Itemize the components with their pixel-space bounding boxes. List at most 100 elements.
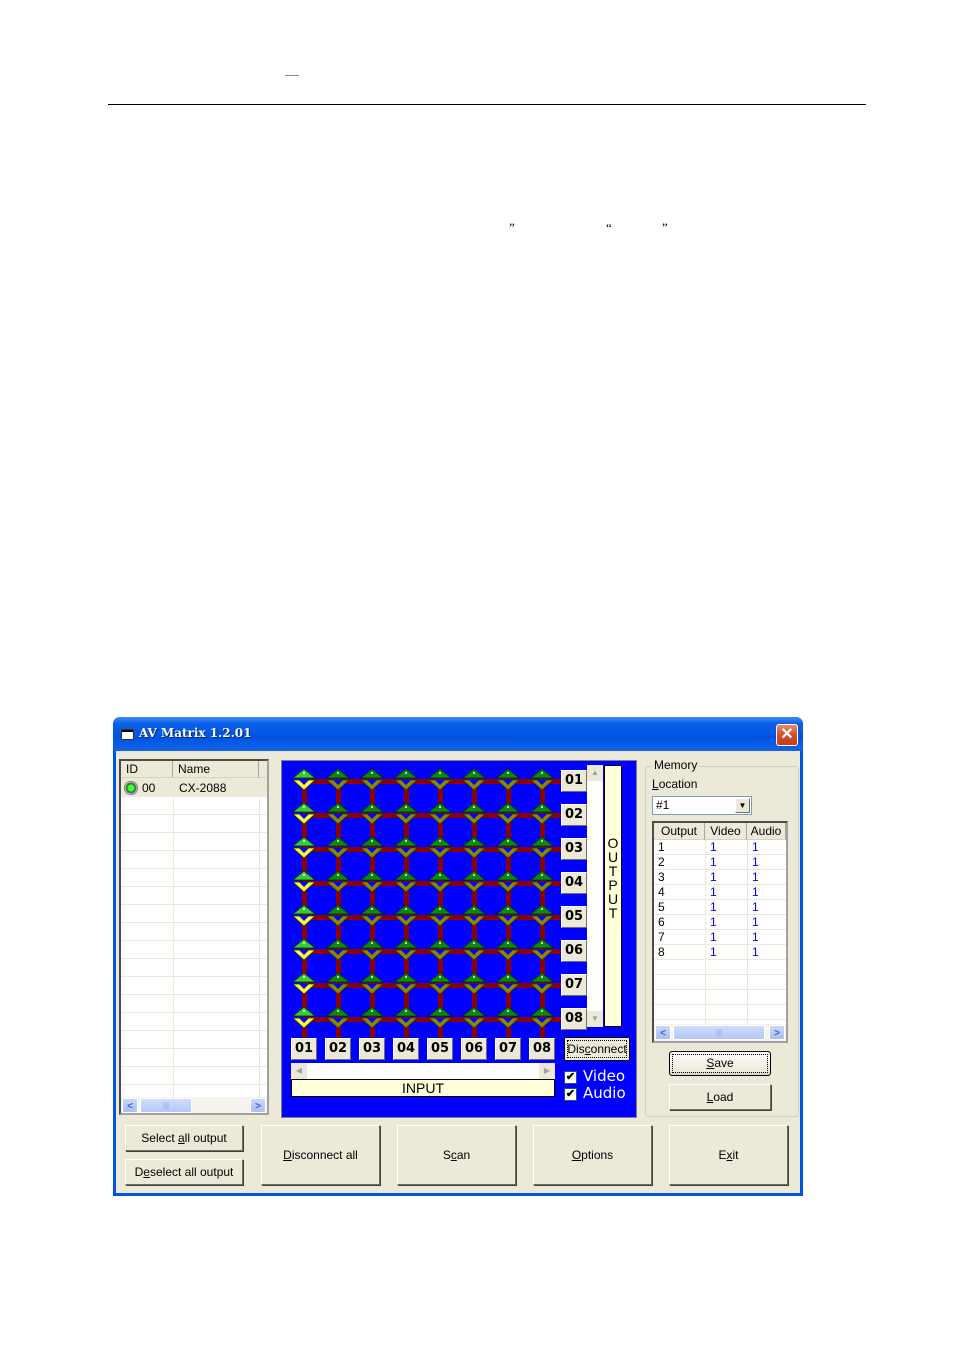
- memory-table-row[interactable]: 5 1 1: [654, 900, 786, 915]
- column-header-name[interactable]: Name: [173, 761, 259, 778]
- crosspoint-node[interactable]: [393, 1006, 419, 1029]
- crosspoint-node[interactable]: [495, 836, 521, 859]
- crosspoint-node[interactable]: [427, 1006, 453, 1029]
- chevron-down-icon[interactable]: ▼: [735, 798, 750, 813]
- crosspoint-node[interactable]: [495, 972, 521, 995]
- crosspoint-node[interactable]: [529, 870, 555, 893]
- input-hscrollbar[interactable]: ◀ ▶: [291, 1063, 555, 1079]
- scroll-thumb[interactable]: |||: [673, 1025, 765, 1040]
- crosspoint-node[interactable]: [529, 972, 555, 995]
- input-button-02[interactable]: 02: [325, 1038, 351, 1060]
- input-button-04[interactable]: 04: [393, 1038, 419, 1060]
- scroll-thumb[interactable]: |||: [140, 1098, 192, 1113]
- output-button-04[interactable]: 04: [561, 872, 587, 894]
- input-button-06[interactable]: 06: [461, 1038, 487, 1060]
- output-button-02[interactable]: 02: [561, 804, 587, 826]
- crosspoint-node[interactable]: [325, 870, 351, 893]
- close-button[interactable]: ✕: [776, 724, 798, 746]
- crosspoint-node[interactable]: [529, 802, 555, 825]
- disconnect-all-button[interactable]: Disconnect all: [261, 1125, 380, 1185]
- output-button-06[interactable]: 06: [561, 940, 587, 962]
- output-vscrollbar[interactable]: ▲ ▼: [587, 765, 603, 1027]
- crosspoint-node-active[interactable]: [291, 802, 317, 825]
- scroll-right-arrow[interactable]: >: [250, 1098, 266, 1113]
- input-button-08[interactable]: 08: [529, 1038, 555, 1060]
- device-row[interactable]: 00 CX-2088: [121, 779, 267, 797]
- crosspoint-node[interactable]: [495, 904, 521, 927]
- crosspoint-node[interactable]: [393, 768, 419, 791]
- crosspoint-node[interactable]: [325, 1006, 351, 1029]
- scroll-down-arrow[interactable]: ▼: [587, 1011, 603, 1027]
- crosspoint-node[interactable]: [495, 938, 521, 961]
- crosspoint-node[interactable]: [325, 972, 351, 995]
- crosspoint-node-active[interactable]: [291, 938, 317, 961]
- audio-checkbox[interactable]: ✔: [564, 1088, 577, 1101]
- crosspoint-node-active[interactable]: [291, 972, 317, 995]
- memory-table-row[interactable]: 8 1 1: [654, 945, 786, 960]
- scan-button[interactable]: Scan: [397, 1125, 516, 1185]
- deselect-all-output-button[interactable]: Deselect all output: [125, 1159, 243, 1185]
- column-header-output[interactable]: Output: [654, 823, 705, 840]
- crosspoint-node-active[interactable]: [291, 870, 317, 893]
- crosspoint-node[interactable]: [495, 802, 521, 825]
- crosspoint-node[interactable]: [427, 904, 453, 927]
- crosspoint-node[interactable]: [495, 870, 521, 893]
- column-header-id[interactable]: ID: [121, 761, 173, 778]
- crosspoint-node[interactable]: [393, 904, 419, 927]
- crosspoint-node[interactable]: [325, 802, 351, 825]
- device-list-hscrollbar[interactable]: < ||| >: [121, 1097, 267, 1113]
- crosspoint-node[interactable]: [359, 802, 385, 825]
- memory-table[interactable]: Output Video Audio 111211311411511611711…: [652, 821, 788, 1043]
- memory-table-row[interactable]: 2 1 1: [654, 855, 786, 870]
- crosspoint-node[interactable]: [359, 870, 385, 893]
- crosspoint-node-active[interactable]: [291, 768, 317, 791]
- crosspoint-node-active[interactable]: [291, 1006, 317, 1029]
- crosspoint-node[interactable]: [461, 870, 487, 893]
- scroll-left-arrow[interactable]: ◀: [291, 1063, 307, 1079]
- column-header-video[interactable]: Video: [705, 823, 747, 840]
- crosspoint-node[interactable]: [325, 904, 351, 927]
- disconnect-button[interactable]: Disconnect: [564, 1037, 630, 1061]
- crosspoint-node[interactable]: [461, 768, 487, 791]
- scroll-right-arrow[interactable]: >: [769, 1025, 785, 1040]
- output-button-08[interactable]: 08: [561, 1008, 587, 1030]
- crosspoint-node[interactable]: [325, 836, 351, 859]
- scroll-left-arrow[interactable]: <: [122, 1098, 138, 1113]
- crosspoint-node[interactable]: [529, 904, 555, 927]
- input-button-01[interactable]: 01: [291, 1038, 317, 1060]
- output-button-03[interactable]: 03: [561, 838, 587, 860]
- output-button-07[interactable]: 07: [561, 974, 587, 996]
- memory-table-row[interactable]: 7 1 1: [654, 930, 786, 945]
- memory-table-row[interactable]: 6 1 1: [654, 915, 786, 930]
- crosspoint-node[interactable]: [393, 972, 419, 995]
- input-button-05[interactable]: 05: [427, 1038, 453, 1060]
- load-button[interactable]: Load: [669, 1084, 771, 1110]
- crosspoint-node[interactable]: [359, 1006, 385, 1029]
- input-button-07[interactable]: 07: [495, 1038, 521, 1060]
- column-header-audio[interactable]: Audio: [747, 823, 786, 840]
- crosspoint-node[interactable]: [427, 972, 453, 995]
- scroll-up-arrow[interactable]: ▲: [587, 765, 603, 781]
- crosspoint-node[interactable]: [461, 904, 487, 927]
- select-all-output-button[interactable]: Select all output: [125, 1125, 243, 1151]
- crosspoint-node[interactable]: [427, 836, 453, 859]
- crosspoint-node[interactable]: [529, 768, 555, 791]
- crosspoint-node[interactable]: [393, 802, 419, 825]
- crosspoint-node[interactable]: [427, 938, 453, 961]
- crosspoint-node[interactable]: [427, 802, 453, 825]
- crosspoint-node[interactable]: [427, 768, 453, 791]
- scroll-left-arrow[interactable]: <: [655, 1025, 671, 1040]
- crosspoint-node[interactable]: [325, 768, 351, 791]
- crosspoint-node[interactable]: [461, 938, 487, 961]
- memory-table-row[interactable]: 1 1 1: [654, 840, 786, 855]
- crosspoint-node[interactable]: [393, 836, 419, 859]
- crosspoint-node[interactable]: [461, 802, 487, 825]
- crosspoint-node[interactable]: [359, 768, 385, 791]
- crosspoint-node[interactable]: [529, 836, 555, 859]
- device-list[interactable]: ID Name 00 CX-2088 < ||| >: [119, 759, 269, 1115]
- crosspoint-node[interactable]: [529, 1006, 555, 1029]
- memory-table-row[interactable]: 4 1 1: [654, 885, 786, 900]
- crosspoint-node[interactable]: [325, 938, 351, 961]
- crosspoint-node[interactable]: [461, 836, 487, 859]
- crosspoint-node[interactable]: [393, 870, 419, 893]
